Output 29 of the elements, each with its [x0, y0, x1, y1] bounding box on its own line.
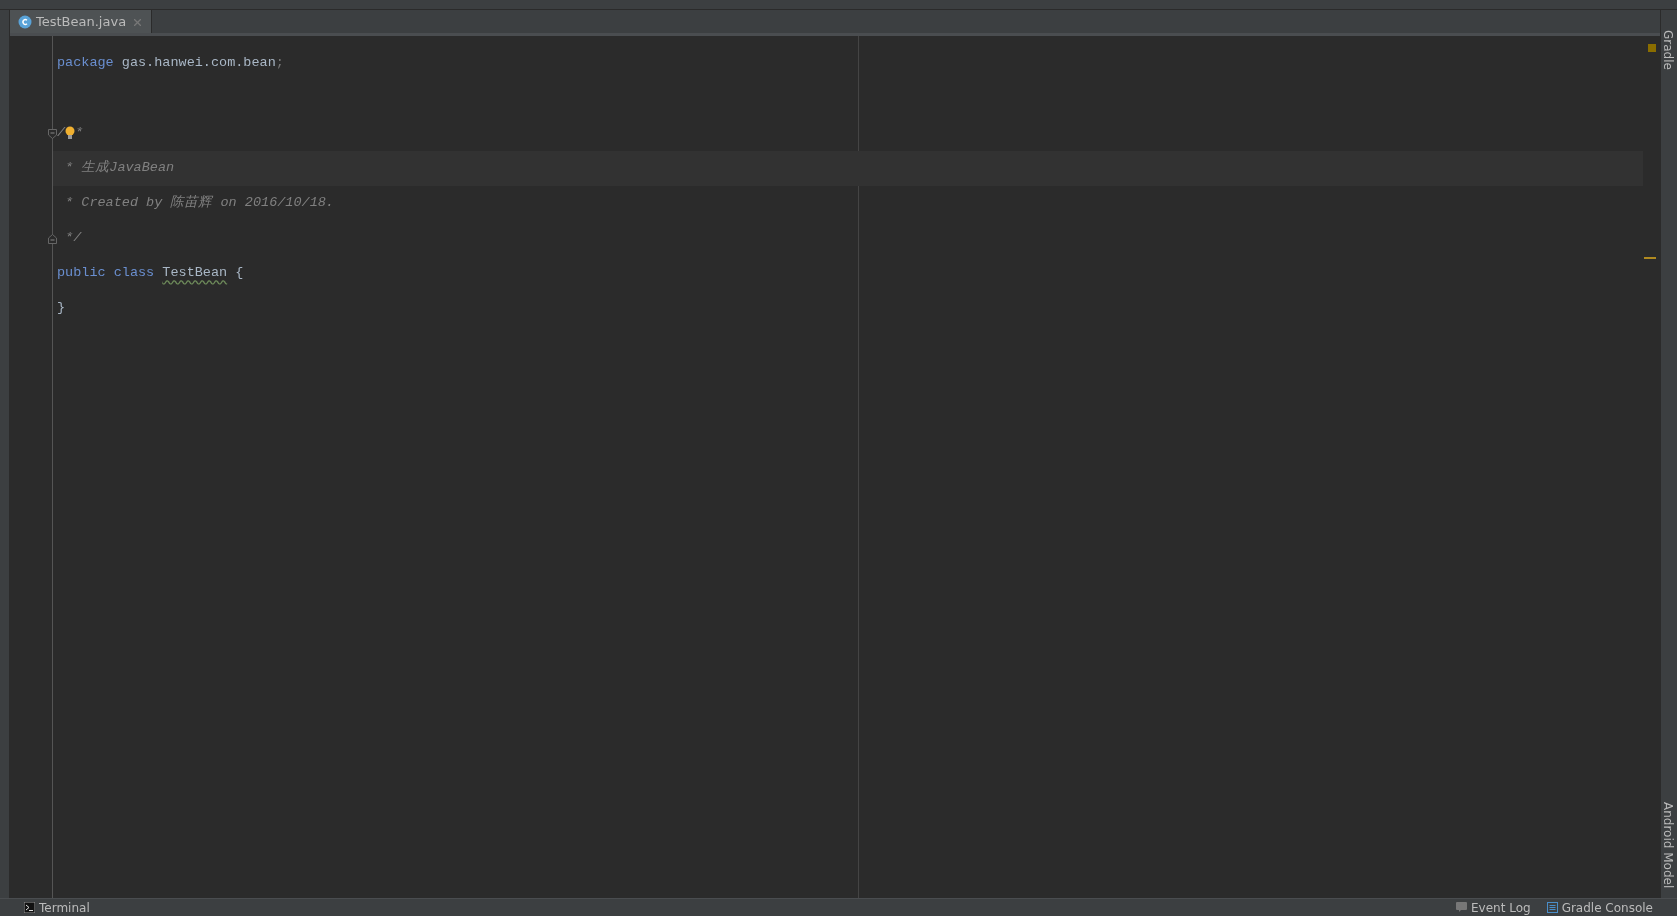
tool-window-button[interactable]: Event Log [1448, 899, 1539, 916]
error-stripe-mark[interactable] [1643, 257, 1656, 259]
terminal-icon [24, 902, 35, 913]
comment-text: / [57, 124, 66, 143]
comment-text: * [75, 124, 84, 143]
console-icon [1546, 902, 1558, 913]
code-text: } [57, 299, 66, 318]
tool-window-button[interactable]: Android Model [1661, 797, 1677, 892]
fold-icon[interactable] [48, 233, 57, 244]
file-tab[interactable]: TestBean.java [10, 10, 153, 33]
tool-window-button[interactable]: Gradle [1661, 26, 1677, 74]
keyword-text: package [57, 54, 114, 73]
comment-text: * Created by 陈苗辉 on 2016/10/18. [64, 194, 334, 213]
warning-marker[interactable] [1647, 44, 1656, 52]
code-text: { [234, 264, 244, 283]
class-name-text: TestBean [162, 264, 228, 283]
close-icon[interactable] [134, 16, 142, 27]
class-icon [18, 14, 32, 29]
comment-text: */ [64, 229, 82, 248]
speech-bubble-icon [1456, 902, 1467, 913]
keyword-text: public [57, 264, 106, 283]
code-text: ; [275, 54, 284, 73]
comment-text: * 生成JavaBean [64, 159, 175, 178]
keyword-text: class [112, 264, 156, 283]
tool-window-button[interactable]: Terminal [16, 899, 98, 916]
lightbulb-icon[interactable] [65, 126, 76, 141]
tool-window-button[interactable]: Gradle Console [1538, 899, 1661, 916]
code-text: gas.hanwei.com.bean [120, 54, 276, 73]
fold-icon[interactable] [48, 128, 57, 139]
